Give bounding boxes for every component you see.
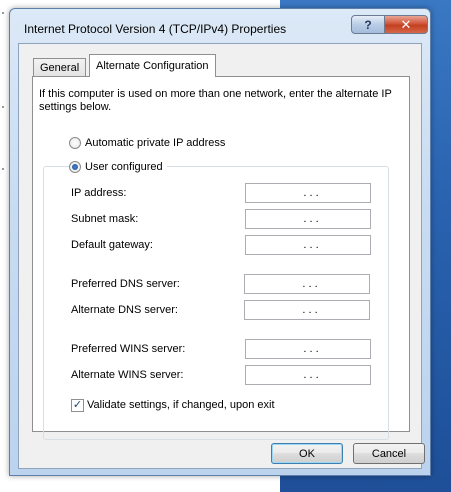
tab-alternate-configuration[interactable]: Alternate Configuration (89, 54, 216, 77)
preferred-dns-label: Preferred DNS server: (71, 278, 180, 290)
automatic-ip-label: Automatic private IP address (85, 137, 226, 149)
left-edge (0, 0, 8, 492)
preferred-dns-input[interactable]: . . . (244, 274, 370, 294)
close-button[interactable]: ✕ (384, 15, 428, 34)
properties-dialog: Internet Protocol Version 4 (TCP/IPv4) P… (9, 8, 431, 476)
alternate-dns-label: Alternate DNS server: (71, 304, 178, 316)
ip-address-label: IP address: (71, 187, 127, 199)
preferred-wins-input[interactable]: . . . (245, 339, 371, 359)
intro-text: If this computer is used on more than on… (39, 88, 392, 113)
automatic-ip-radio[interactable] (69, 137, 81, 149)
help-button[interactable]: ? (351, 15, 385, 34)
validate-settings-label: Validate settings, if changed, upon exit (87, 399, 275, 411)
default-gateway-input[interactable]: . . . (245, 235, 371, 255)
alternate-wins-label: Alternate WINS server: (71, 369, 184, 381)
ok-button[interactable]: OK (271, 443, 343, 464)
user-configured-label: User configured (85, 161, 163, 173)
cancel-button[interactable]: Cancel (353, 443, 425, 464)
alternate-wins-input[interactable]: . . . (245, 365, 371, 385)
subnet-mask-input[interactable]: . . . (245, 209, 371, 229)
subnet-mask-label: Subnet mask: (71, 213, 139, 225)
alternate-dns-input[interactable]: . . . (244, 300, 370, 320)
default-gateway-label: Default gateway: (71, 239, 153, 251)
validate-settings-checkbox[interactable]: ✓ (71, 399, 84, 412)
dialog-client-area: General Alternate Configuration If this … (18, 43, 425, 469)
user-configured-radio[interactable] (69, 161, 81, 173)
preferred-wins-label: Preferred WINS server: (71, 343, 186, 355)
window-title: Internet Protocol Version 4 (TCP/IPv4) P… (24, 22, 287, 36)
ip-address-input[interactable]: . . . (245, 183, 371, 203)
tab-general[interactable]: General (33, 58, 87, 76)
